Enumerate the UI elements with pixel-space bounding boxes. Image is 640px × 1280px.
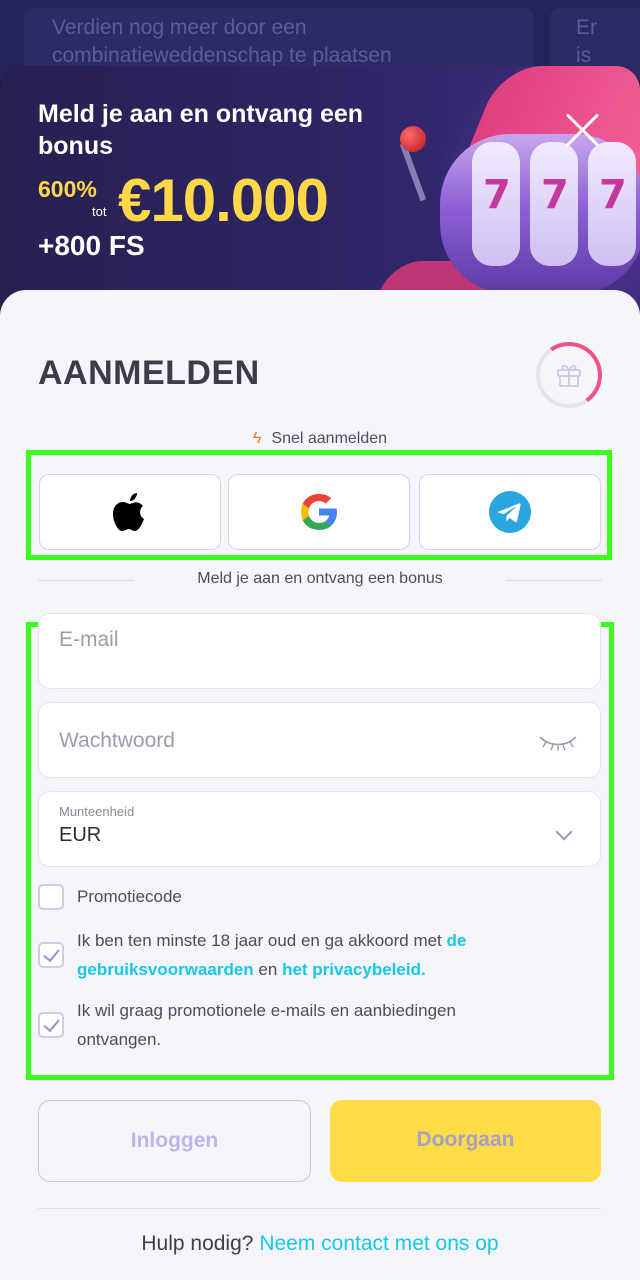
password-placeholder: Wachtwoord: [59, 729, 175, 752]
apple-signup-button[interactable]: [39, 474, 221, 550]
continue-button[interactable]: Doorgaan: [330, 1100, 601, 1182]
promo-code-checkbox[interactable]: [38, 884, 64, 910]
email-placeholder: E-mail: [59, 628, 119, 651]
email-field[interactable]: E-mail: [38, 613, 601, 689]
slot-machine-icon: 7 7 7: [399, 124, 640, 294]
quick-signup-text: Snel aanmelden: [271, 430, 388, 447]
background-promo-text: Verdien nog meer door een combinatiewedd…: [52, 16, 392, 67]
bonus-amount: €10.000: [118, 167, 329, 234]
and-text: en: [258, 960, 278, 979]
telegram-signup-button[interactable]: [419, 474, 601, 550]
gift-icon: [557, 364, 581, 387]
promo-code-label: Promotiecode: [77, 887, 182, 906]
terms-label: Ik ben ten minste 18 jaar oud en ga akko…: [77, 926, 517, 984]
lightning-icon: ϟ: [252, 430, 262, 447]
close-button[interactable]: [562, 110, 602, 150]
google-signup-button[interactable]: [228, 474, 410, 550]
login-button[interactable]: Inloggen: [38, 1100, 311, 1182]
help-text: Hulp nodig? Neem contact met ons op: [0, 1232, 640, 1256]
bonus-percent: 600%: [38, 176, 97, 202]
privacy-link[interactable]: het privacybeleid.: [282, 960, 426, 979]
apple-icon: [113, 493, 144, 531]
bonus-tot: tot: [92, 204, 107, 219]
signup-panel: AANMELDEN ϟ Snel aanmelden Meld je aan e…: [0, 290, 640, 1280]
google-icon: [301, 494, 337, 530]
quick-signup-label: ϟ Snel aanmelden: [0, 430, 640, 448]
chevron-down-icon: [555, 823, 573, 841]
slot-seven-icon: 7: [483, 172, 511, 218]
contact-link[interactable]: Neem contact met ons op: [259, 1232, 498, 1255]
marketing-label: Ik wil graag promotionele e-mails en aan…: [77, 1001, 456, 1049]
bonus-free-spins: +800 FS: [38, 230, 145, 261]
bonus-banner: Meld je aan en ontvang een bonus 600% to…: [0, 66, 640, 316]
gift-progress[interactable]: [530, 336, 608, 414]
help-question: Hulp nodig?: [141, 1232, 254, 1255]
slot-seven-icon: 7: [599, 172, 627, 218]
marketing-checkbox[interactable]: [38, 1012, 64, 1038]
terms-checkbox[interactable]: [38, 942, 64, 968]
slot-lever-ball: [400, 126, 426, 152]
divider-text: Meld je aan en ontvang een bonus: [197, 570, 443, 587]
page-title: AANMELDEN: [38, 354, 260, 392]
slot-seven-icon: 7: [541, 172, 569, 218]
footer-divider: [38, 1208, 601, 1209]
telegram-icon: [489, 491, 531, 533]
currency-label: Munteenheid: [59, 804, 135, 819]
terms-text: Ik ben ten minste 18 jaar oud en ga akko…: [77, 931, 442, 950]
currency-value: EUR: [59, 824, 102, 846]
banner-title: Meld je aan en ontvang een bonus: [38, 100, 364, 160]
password-field[interactable]: Wachtwoord: [38, 702, 601, 778]
currency-select[interactable]: Munteenheid EUR: [38, 791, 601, 867]
eye-closed-icon[interactable]: [538, 731, 578, 751]
